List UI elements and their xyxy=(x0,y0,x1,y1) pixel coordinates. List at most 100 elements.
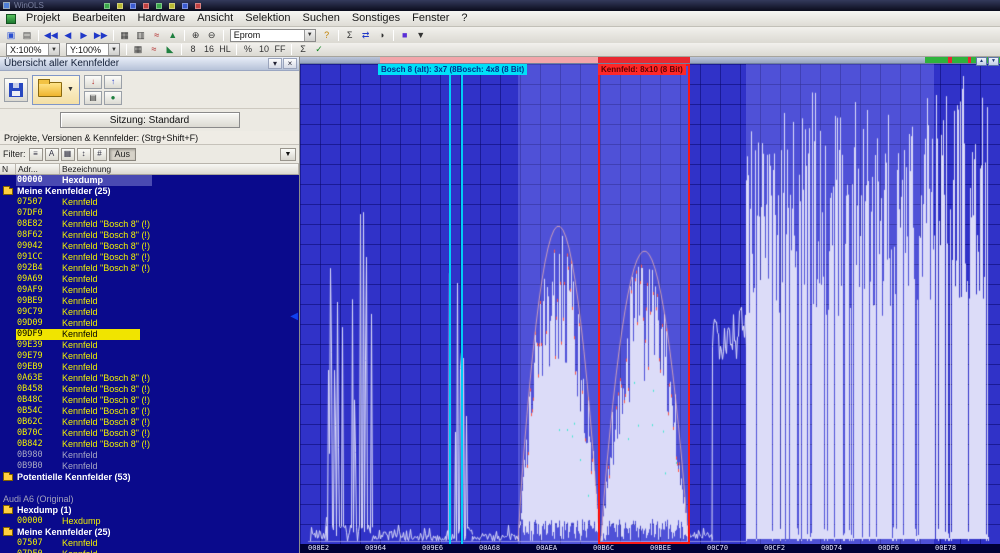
map-row[interactable]: 091CCKennfeld "Bosch 8" (!) xyxy=(0,252,299,263)
compare-button[interactable]: ⇄ xyxy=(358,29,374,42)
projects-combo[interactable]: Projekte, Versionen & Kennfelder: (Strg+… xyxy=(0,131,299,145)
column-header-n[interactable]: N xyxy=(0,164,16,174)
eprom-combo[interactable]: Eprom ▼ xyxy=(230,29,316,42)
map-row[interactable]: 00000Hexdump xyxy=(0,516,299,527)
map-row[interactable]: 09042Kennfeld "Bosch 8" (!) xyxy=(0,241,299,252)
y-zoom-combo[interactable]: Y:100% ▼ xyxy=(66,43,120,56)
decimal-toggle[interactable]: 10 xyxy=(256,43,272,56)
panel-header[interactable]: Übersicht aller Kennfelder ▾ × xyxy=(0,57,299,71)
filter-sort-button[interactable]: ↕ xyxy=(77,148,91,161)
hex-toggle[interactable]: FF xyxy=(272,43,288,56)
map-row[interactable]: 0B458Kennfeld "Bosch 8" (!) xyxy=(0,384,299,395)
folder-row[interactable]: Hexdump (1) xyxy=(0,505,299,516)
export-version-button[interactable]: ↑ xyxy=(104,75,122,89)
menu-sonstiges[interactable]: Sonstiges xyxy=(346,12,406,25)
map-row[interactable]: 09AF9Kennfeld xyxy=(0,285,299,296)
map-list-button[interactable]: ▤ xyxy=(84,91,102,105)
filter-columns-button[interactable]: ≡ xyxy=(29,148,43,161)
map-row[interactable]: 09A69Kennfeld xyxy=(0,274,299,285)
display-mode-combo[interactable]: ▼ xyxy=(413,29,429,42)
map-row[interactable]: 09E39Kennfeld xyxy=(0,340,299,351)
filter-name-button[interactable]: A xyxy=(45,148,59,161)
menu-selektion[interactable]: Selektion xyxy=(239,12,296,25)
help-button[interactable]: ? xyxy=(319,29,335,42)
map-row[interactable]: 09D09Kennfeld xyxy=(0,318,299,329)
import-version-button[interactable]: ↓ xyxy=(84,75,102,89)
map-row[interactable]: 07DF0Kennfeld xyxy=(0,549,299,553)
filter-grid-button[interactable]: ▦ xyxy=(61,148,75,161)
map-row[interactable]: 0A63EKennfeld "Bosch 8" (!) xyxy=(0,373,299,384)
view-2d-button[interactable]: ≈ xyxy=(149,29,165,42)
map-row[interactable]: 09EB9Kennfeld xyxy=(0,362,299,373)
map-label-kennfeld[interactable]: Kennfeld: 8x10 (8 Bit) xyxy=(598,64,686,75)
map-row[interactable]: 0B70CKennfeld "Bosch 8" (!) xyxy=(0,428,299,439)
hexdump-plot[interactable]: Bosch 8 (alt): 3x7 (8Bosch: 4x8 (8 Bit) K… xyxy=(300,64,1000,544)
filter-off-button[interactable]: Aus xyxy=(109,148,137,161)
menu-ansicht[interactable]: Ansicht xyxy=(191,12,239,25)
save-button[interactable]: ▣ xyxy=(3,29,19,42)
map-selection-box[interactable] xyxy=(598,64,690,544)
menu-bearbeiten[interactable]: Bearbeiten xyxy=(66,12,131,25)
list-dropdown-button[interactable]: ▼ xyxy=(280,148,296,161)
overview-strip[interactable] xyxy=(300,57,1000,64)
map-row[interactable]: 08F62Kennfeld "Bosch 8" (!) xyxy=(0,230,299,241)
map-row[interactable]: 0B980Kennfeld xyxy=(0,450,299,461)
hilo-toggle[interactable]: HL xyxy=(217,43,233,56)
project-row[interactable]: Audi A6 (Original) xyxy=(0,494,299,505)
panel-menu-button[interactable]: ▾ xyxy=(268,58,282,69)
menu-help[interactable]: ? xyxy=(455,12,473,25)
print-button[interactable]: ▤ xyxy=(19,29,35,42)
map-row[interactable]: 0B9B0Kennfeld xyxy=(0,461,299,472)
column-header-adr[interactable]: Adr... xyxy=(16,164,60,174)
panel-close-button[interactable]: × xyxy=(283,58,297,69)
percent-toggle[interactable]: % xyxy=(240,43,256,56)
view-text-button[interactable]: ▥ xyxy=(133,29,149,42)
surface-toggle[interactable]: ◣ xyxy=(162,43,178,56)
open-project-button[interactable]: ▼ xyxy=(32,75,80,105)
folder-row[interactable]: Meine Kennfelder (25) xyxy=(0,527,299,538)
color-swatch[interactable]: ■ xyxy=(397,29,413,42)
nav-prev-button[interactable]: ◀ xyxy=(60,29,76,42)
zoom-in-button[interactable]: ⊕ xyxy=(188,29,204,42)
folder-row[interactable]: Meine Kennfelder (25) xyxy=(0,186,299,197)
menu-hardware[interactable]: Hardware xyxy=(131,12,191,25)
map-row[interactable]: 09DF9Kennfeld xyxy=(0,329,299,340)
session-button[interactable]: Sitzung: Standard xyxy=(60,112,240,128)
map-row[interactable]: 0B48CKennfeld "Bosch 8" (!) xyxy=(0,395,299,406)
map-row[interactable]: 07507Kennfeld xyxy=(0,197,299,208)
map-label-bosch[interactable]: Bosch 8 (alt): 3x7 (8Bosch: 4x8 (8 Bit) xyxy=(378,64,527,75)
map-row[interactable]: 0B842Kennfeld "Bosch 8" (!) xyxy=(0,439,299,450)
folder-row[interactable]: Potentielle Kennfelder (53) xyxy=(0,472,299,483)
checksum-button[interactable]: Σ xyxy=(342,29,358,42)
map-row[interactable]: 09E79Kennfeld xyxy=(0,351,299,362)
sum-toggle[interactable]: Σ xyxy=(295,43,311,56)
grid-toggle[interactable]: ▦ xyxy=(130,43,146,56)
map-row[interactable]: 07DF0Kennfeld xyxy=(0,208,299,219)
x-zoom-combo[interactable]: X:100% ▼ xyxy=(6,43,60,56)
ok-toggle[interactable]: ✓ xyxy=(311,43,327,56)
splitter-collapse-icon[interactable]: ◀ xyxy=(290,312,298,322)
nav-next-button[interactable]: ▶ xyxy=(76,29,92,42)
map-row[interactable]: 0B54CKennfeld "Bosch 8" (!) xyxy=(0,406,299,417)
original-toggle[interactable]: ◑ xyxy=(374,29,390,42)
save-project-button[interactable] xyxy=(4,78,28,102)
map-row[interactable]: 08E82Kennfeld "Bosch 8" (!) xyxy=(0,219,299,230)
map-row[interactable]: 09C79Kennfeld xyxy=(0,307,299,318)
map-row[interactable]: 092B4Kennfeld "Bosch 8" (!) xyxy=(0,263,299,274)
hexdump-row[interactable]: 00000Hexdump xyxy=(0,175,299,186)
menu-projekt[interactable]: Projekt xyxy=(20,12,66,25)
scroll-down-button[interactable]: ▼ xyxy=(988,57,999,66)
zoom-out-button[interactable]: ⊖ xyxy=(204,29,220,42)
menu-fenster[interactable]: Fenster xyxy=(406,12,455,25)
online-db-button[interactable]: ● xyxy=(104,91,122,105)
menu-suchen[interactable]: Suchen xyxy=(297,12,346,25)
view-hexdump-button[interactable]: ▦ xyxy=(117,29,133,42)
map-row[interactable]: 09BE9Kennfeld xyxy=(0,296,299,307)
map-row[interactable]: 0B62CKennfeld "Bosch 8" (!) xyxy=(0,417,299,428)
nav-first-button[interactable]: ◀◀ xyxy=(42,29,60,42)
column-header-bezeichnung[interactable]: Bezeichnung xyxy=(60,164,299,174)
bit16-toggle[interactable]: 16 xyxy=(201,43,217,56)
map-row[interactable]: 07507Kennfeld xyxy=(0,538,299,549)
view-3d-button[interactable]: ▲ xyxy=(165,29,181,42)
bit8-toggle[interactable]: 8 xyxy=(185,43,201,56)
